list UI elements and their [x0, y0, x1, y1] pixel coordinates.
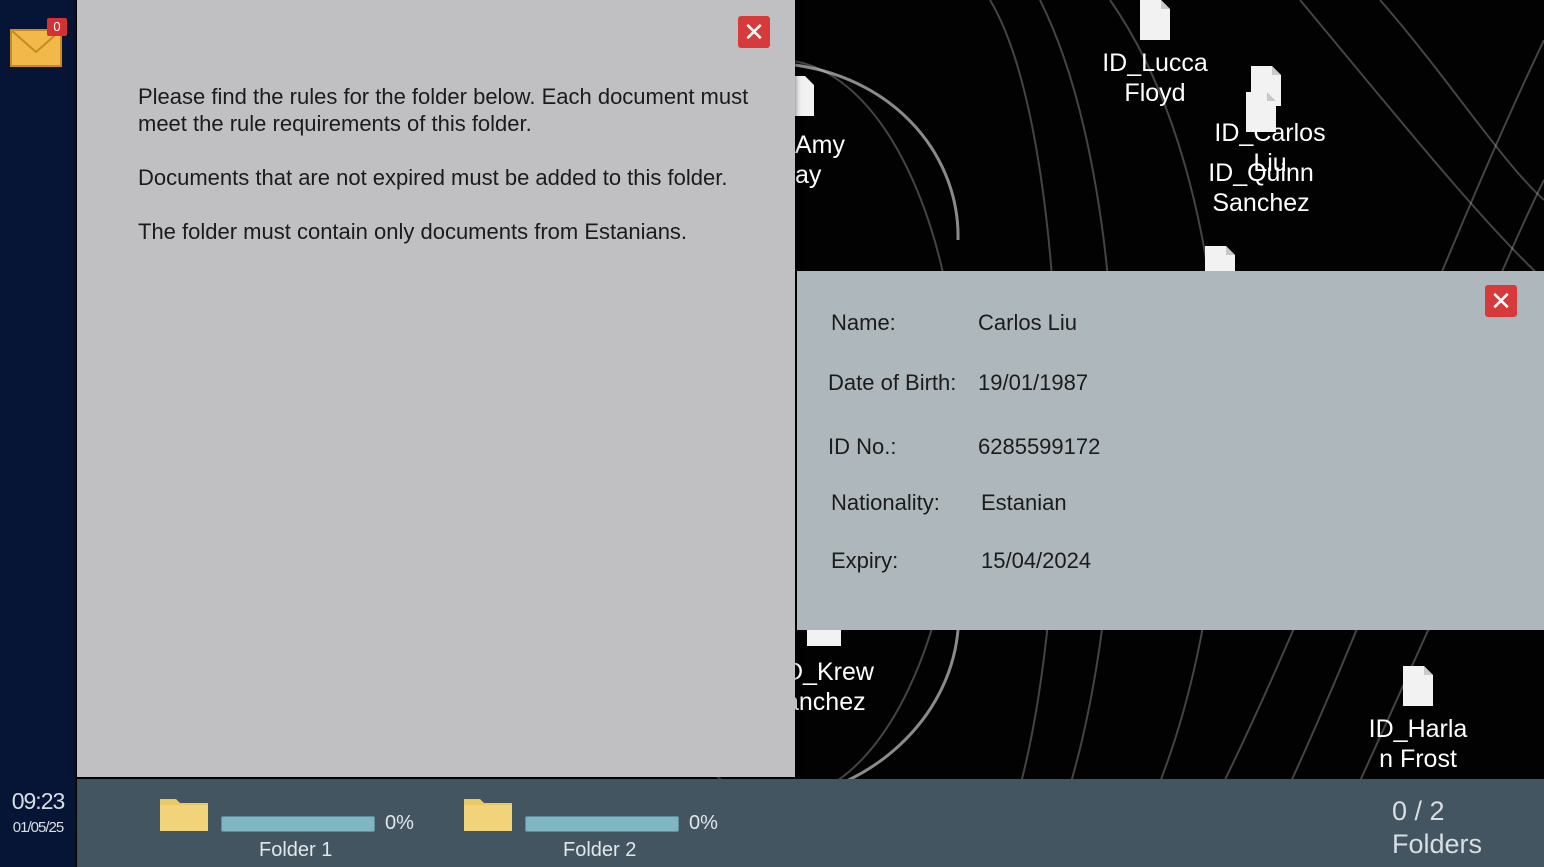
id-number-label: ID No.: [828, 434, 897, 459]
file-label-line: ay [795, 161, 822, 189]
id-expiry-value: 15/04/2024 [981, 548, 1092, 573]
id-dob-label: Date of Birth: [828, 370, 957, 395]
document-icon [1140, 0, 1170, 40]
folder-count-label: Folders [1392, 829, 1483, 859]
document-icon [1205, 246, 1235, 272]
folder-1-progress-bar [221, 816, 375, 832]
mail-unread-badge: 0 [47, 18, 67, 36]
file-label-line: ID_Harla [1368, 715, 1468, 743]
file-id-harlan-frost[interactable]: ID_Harla n Frost [1353, 666, 1483, 774]
folder-1-progress-label: 0% [385, 812, 414, 834]
id-expiry-label: Expiry: [831, 548, 899, 573]
id-name-label: Name: [831, 310, 896, 335]
folder-count-value: 0 / 2 [1392, 796, 1445, 826]
id-nationality-value: Estanian [981, 490, 1067, 515]
id-card-window: ✕ Name: Carlos Liu Date of Birth: 19/01/… [797, 271, 1544, 630]
document-icon [1246, 92, 1276, 132]
file-label-line: ID_Lucca [1102, 49, 1208, 77]
id-nationality-label: Nationality: [831, 490, 940, 515]
id-dob-value: 19/01/1987 [978, 370, 1089, 395]
document-icon [1403, 666, 1433, 706]
rules-paragraph: Please find the rules for the folder bel… [138, 84, 749, 136]
folder-2-item[interactable]: 0% Folder 2 [463, 791, 733, 861]
file-id-amy[interactable]: Amy ay [795, 76, 895, 190]
rules-paragraph: Documents that are not expired must be a… [138, 165, 728, 190]
folder-2-progress-bar [525, 816, 679, 832]
document-icon [795, 76, 814, 116]
close-icon: ✕ [1490, 286, 1512, 316]
rules-paragraph: The folder must contain only documents f… [138, 219, 688, 244]
close-rules-button[interactable]: ✕ [738, 16, 770, 48]
folder-2-name: Folder 2 [563, 839, 637, 861]
close-id-card-button[interactable]: ✕ [1485, 285, 1517, 317]
rules-text: Please find the rules for the folder bel… [138, 83, 758, 272]
folder-icon[interactable] [159, 794, 209, 832]
file-label-line: ID_Quinn [1208, 159, 1314, 187]
file-id-quinn-sanchez[interactable]: ID_Quinn Sanchez [1196, 92, 1326, 218]
clock-time: 09:23 [11, 788, 66, 814]
file-id-krew-sanchez[interactable]: D_Krew anchez [785, 625, 895, 717]
clock-date: 01/05/25 [12, 819, 64, 836]
folder-1-item[interactable]: 0% Folder 1 [159, 791, 429, 861]
folder-icon[interactable] [463, 794, 513, 832]
file-label-line: Amy [795, 131, 845, 159]
document-icon [807, 628, 841, 646]
folder-rules-window: ✕ Please find the rules for the folder b… [77, 0, 795, 777]
id-number-value: 6285599172 [978, 434, 1101, 459]
file-partially-hidden[interactable] [1200, 246, 1240, 272]
mail-button[interactable]: 0 [10, 18, 67, 68]
sidebar: 0 09:23 01/05/25 [0, 0, 76, 867]
taskbar: 0% Folder 1 0% Folder 2 0 / 2 Folders [77, 779, 1544, 867]
folder-1-name: Folder 1 [259, 839, 333, 861]
file-label-line: anchez [785, 688, 866, 716]
file-label-line: D_Krew [785, 658, 874, 686]
clock: 09:23 01/05/25 [0, 788, 76, 836]
close-icon: ✕ [743, 17, 765, 47]
id-name-value: Carlos Liu [978, 310, 1078, 335]
folder-2-progress-label: 0% [689, 812, 718, 834]
file-label-line: n Frost [1379, 745, 1457, 773]
file-label-line: Sanchez [1212, 189, 1310, 217]
folder-count: 0 / 2 Folders [1392, 795, 1482, 861]
